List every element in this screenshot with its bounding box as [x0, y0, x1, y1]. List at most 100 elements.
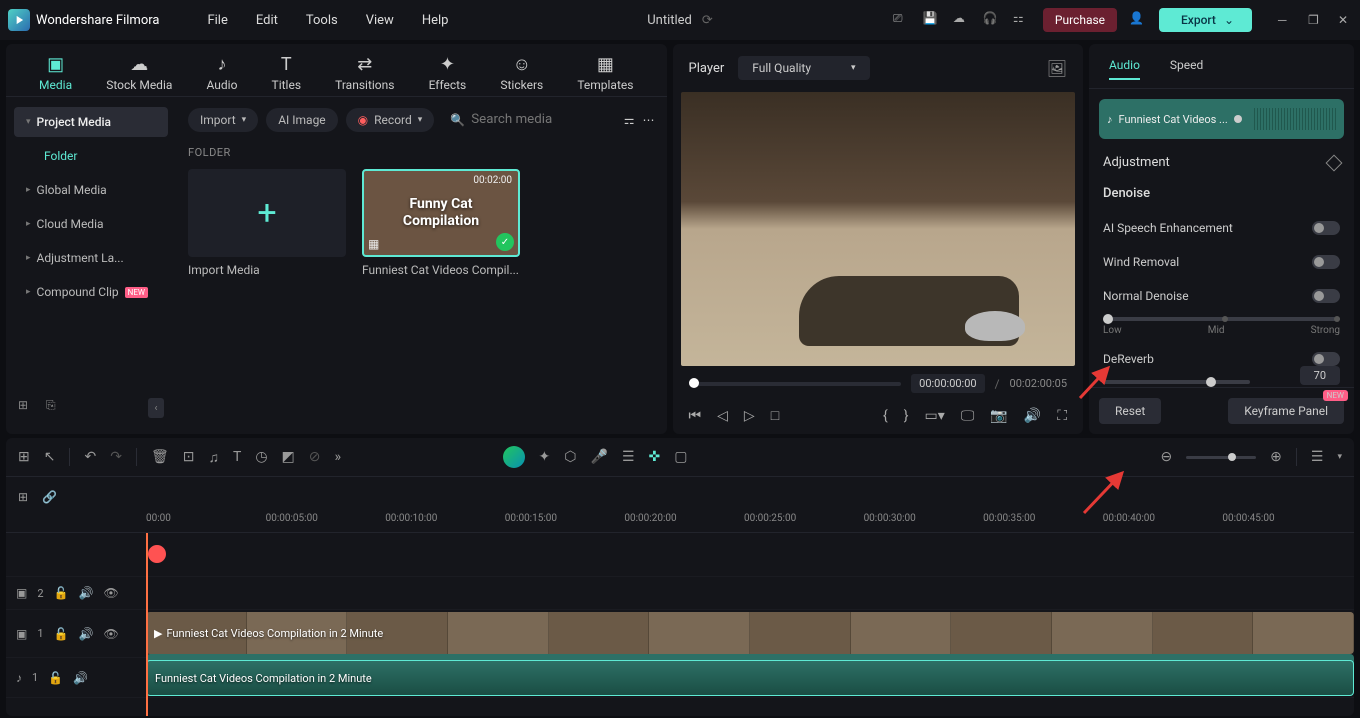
zoom-slider[interactable]: [1186, 456, 1256, 459]
denoise-section[interactable]: Denoise: [1103, 186, 1340, 201]
frame-icon[interactable]: ▢: [674, 449, 687, 465]
normal-denoise-toggle[interactable]: [1312, 289, 1340, 303]
text-icon[interactable]: T: [233, 449, 241, 465]
record-dropdown[interactable]: ◉Record▾: [346, 108, 435, 132]
mark-out-icon[interactable]: }: [904, 408, 909, 424]
add-track-icon[interactable]: ⊞: [18, 490, 28, 504]
track-content[interactable]: [146, 577, 1354, 609]
apps-icon[interactable]: ⚏: [1013, 11, 1031, 29]
fullscreen-icon[interactable]: ⛶: [1057, 408, 1067, 424]
menu-help[interactable]: Help: [422, 13, 449, 28]
headphones-icon[interactable]: 🎧: [983, 11, 1001, 29]
dereverb-slider-thumb[interactable]: [1206, 377, 1216, 387]
tab-media[interactable]: ▣Media: [39, 54, 72, 92]
grid-icon[interactable]: ⊞: [18, 449, 30, 465]
crop-icon[interactable]: ⊡: [183, 449, 195, 465]
camera-icon[interactable]: 📷: [990, 408, 1007, 424]
sidebar-compound-clip[interactable]: ▸Compound ClipNEW: [14, 277, 168, 307]
tab-transitions[interactable]: ⇄Transitions: [335, 54, 394, 92]
keyframe-panel-button[interactable]: Keyframe Panel NEW: [1228, 398, 1344, 424]
sidebar-folder[interactable]: Folder: [14, 141, 168, 171]
ai-badge-icon[interactable]: [503, 446, 525, 468]
import-media-card[interactable]: + Import Media: [188, 169, 346, 277]
cloud-sync-icon[interactable]: ⟳: [702, 13, 713, 28]
timeline-ruler[interactable]: 00:00 00:00:05:00 00:00:10:00 00:00:15:0…: [6, 513, 1354, 533]
wind-removal-toggle[interactable]: [1312, 255, 1340, 269]
list-icon[interactable]: ☰: [622, 449, 635, 465]
sparkle-icon[interactable]: ✦: [539, 449, 551, 465]
ratio-icon[interactable]: ▭▾: [925, 408, 945, 424]
eye-icon[interactable]: 👁: [103, 586, 118, 600]
video-clip[interactable]: ▶ Funniest Cat Videos Compilation in 2 M…: [146, 612, 1354, 654]
marker-icon[interactable]: ✜: [649, 449, 661, 465]
mute-icon[interactable]: 🔊: [73, 671, 88, 685]
menu-file[interactable]: File: [207, 13, 227, 28]
stop-icon[interactable]: □: [771, 407, 779, 424]
lock-icon[interactable]: 🔓: [54, 586, 69, 600]
search-input[interactable]: [471, 112, 571, 127]
prev-frame-icon[interactable]: ⏮: [689, 408, 702, 424]
search-box[interactable]: 🔍: [442, 107, 579, 132]
menu-view[interactable]: View: [366, 13, 394, 28]
zoom-out-icon[interactable]: ⊖: [1160, 449, 1172, 465]
close-button[interactable]: ✕: [1338, 13, 1352, 27]
sidebar-global-media[interactable]: ▸Global Media: [14, 175, 168, 205]
mute-icon[interactable]: 🔊: [78, 627, 93, 641]
snapshot-icon[interactable]: 🖼: [1047, 59, 1067, 78]
step-back-icon[interactable]: ◁: [717, 408, 728, 424]
tab-templates[interactable]: ▦Templates: [577, 54, 633, 92]
undo-icon[interactable]: ↶: [84, 449, 96, 465]
mark-in-icon[interactable]: {: [883, 408, 888, 424]
zoom-in-icon[interactable]: ⊕: [1270, 449, 1282, 465]
tab-speed-props[interactable]: Speed: [1170, 58, 1203, 80]
link-icon[interactable]: ⊘: [309, 449, 321, 465]
playback-progress[interactable]: [689, 382, 902, 386]
dereverb-slider[interactable]: [1103, 380, 1250, 384]
ai-speech-toggle[interactable]: [1312, 221, 1340, 235]
tab-stickers[interactable]: ☺Stickers: [500, 54, 543, 92]
lock-icon[interactable]: 🔓: [54, 627, 69, 641]
save-icon[interactable]: 💾: [923, 11, 941, 29]
purchase-button[interactable]: Purchase: [1043, 8, 1117, 32]
folder-out-icon[interactable]: ⎘: [46, 398, 64, 416]
video-preview[interactable]: [681, 92, 1075, 366]
pointer-icon[interactable]: ↖: [44, 449, 56, 465]
chevron-down-icon[interactable]: ▾: [1337, 452, 1342, 462]
account-icon[interactable]: 👤: [1129, 11, 1147, 29]
play-icon[interactable]: ▷: [744, 408, 755, 424]
import-dropdown[interactable]: Import▾: [188, 108, 258, 132]
filter-icon[interactable]: ⚎: [624, 113, 635, 127]
export-button[interactable]: Export ⌄: [1159, 8, 1252, 32]
marker-pill[interactable]: [146, 543, 168, 565]
cloud-icon[interactable]: ☁: [953, 11, 971, 29]
maximize-button[interactable]: ❐: [1308, 13, 1322, 27]
speed-icon[interactable]: ◷: [255, 449, 267, 465]
link-track-icon[interactable]: 🔗: [42, 490, 57, 504]
keyframe-diamond-icon[interactable]: [1326, 154, 1343, 171]
tab-effects[interactable]: ✦Effects: [429, 54, 467, 92]
sidebar-adjustment-layer[interactable]: ▸Adjustment La...: [14, 243, 168, 273]
track-content[interactable]: Funniest Cat Videos Compilation in 2 Min…: [146, 658, 1354, 697]
progress-thumb[interactable]: [689, 378, 699, 388]
device-icon[interactable]: ⎚: [893, 11, 911, 29]
sidebar-project-media[interactable]: ▾Project Media: [14, 107, 168, 137]
current-time[interactable]: 00:00:00:00: [911, 374, 984, 393]
mic-icon[interactable]: 🎤: [591, 449, 608, 465]
menu-edit[interactable]: Edit: [256, 13, 278, 28]
color-icon[interactable]: ◩: [282, 449, 295, 465]
sidebar-cloud-media[interactable]: ▸Cloud Media: [14, 209, 168, 239]
ai-image-button[interactable]: AI Image: [266, 108, 337, 132]
audio-clip-preview[interactable]: ♪ Funniest Cat Videos ...: [1099, 99, 1344, 139]
delete-icon[interactable]: 🗑: [151, 449, 169, 465]
shield-icon[interactable]: ⬡: [564, 449, 576, 465]
view-mode-icon[interactable]: ☰: [1311, 449, 1324, 465]
adjustment-section[interactable]: Adjustment: [1103, 155, 1340, 170]
reset-button[interactable]: Reset: [1099, 398, 1161, 424]
tab-audio[interactable]: ♪Audio: [207, 54, 238, 92]
tab-stock-media[interactable]: ☁Stock Media: [106, 54, 172, 92]
volume-icon[interactable]: 🔊: [1024, 408, 1041, 424]
minimize-button[interactable]: ─: [1278, 13, 1292, 27]
more-tools-icon[interactable]: »: [335, 449, 342, 465]
tab-audio-props[interactable]: Audio: [1109, 58, 1140, 80]
quality-dropdown[interactable]: Full Quality▾: [738, 56, 869, 80]
